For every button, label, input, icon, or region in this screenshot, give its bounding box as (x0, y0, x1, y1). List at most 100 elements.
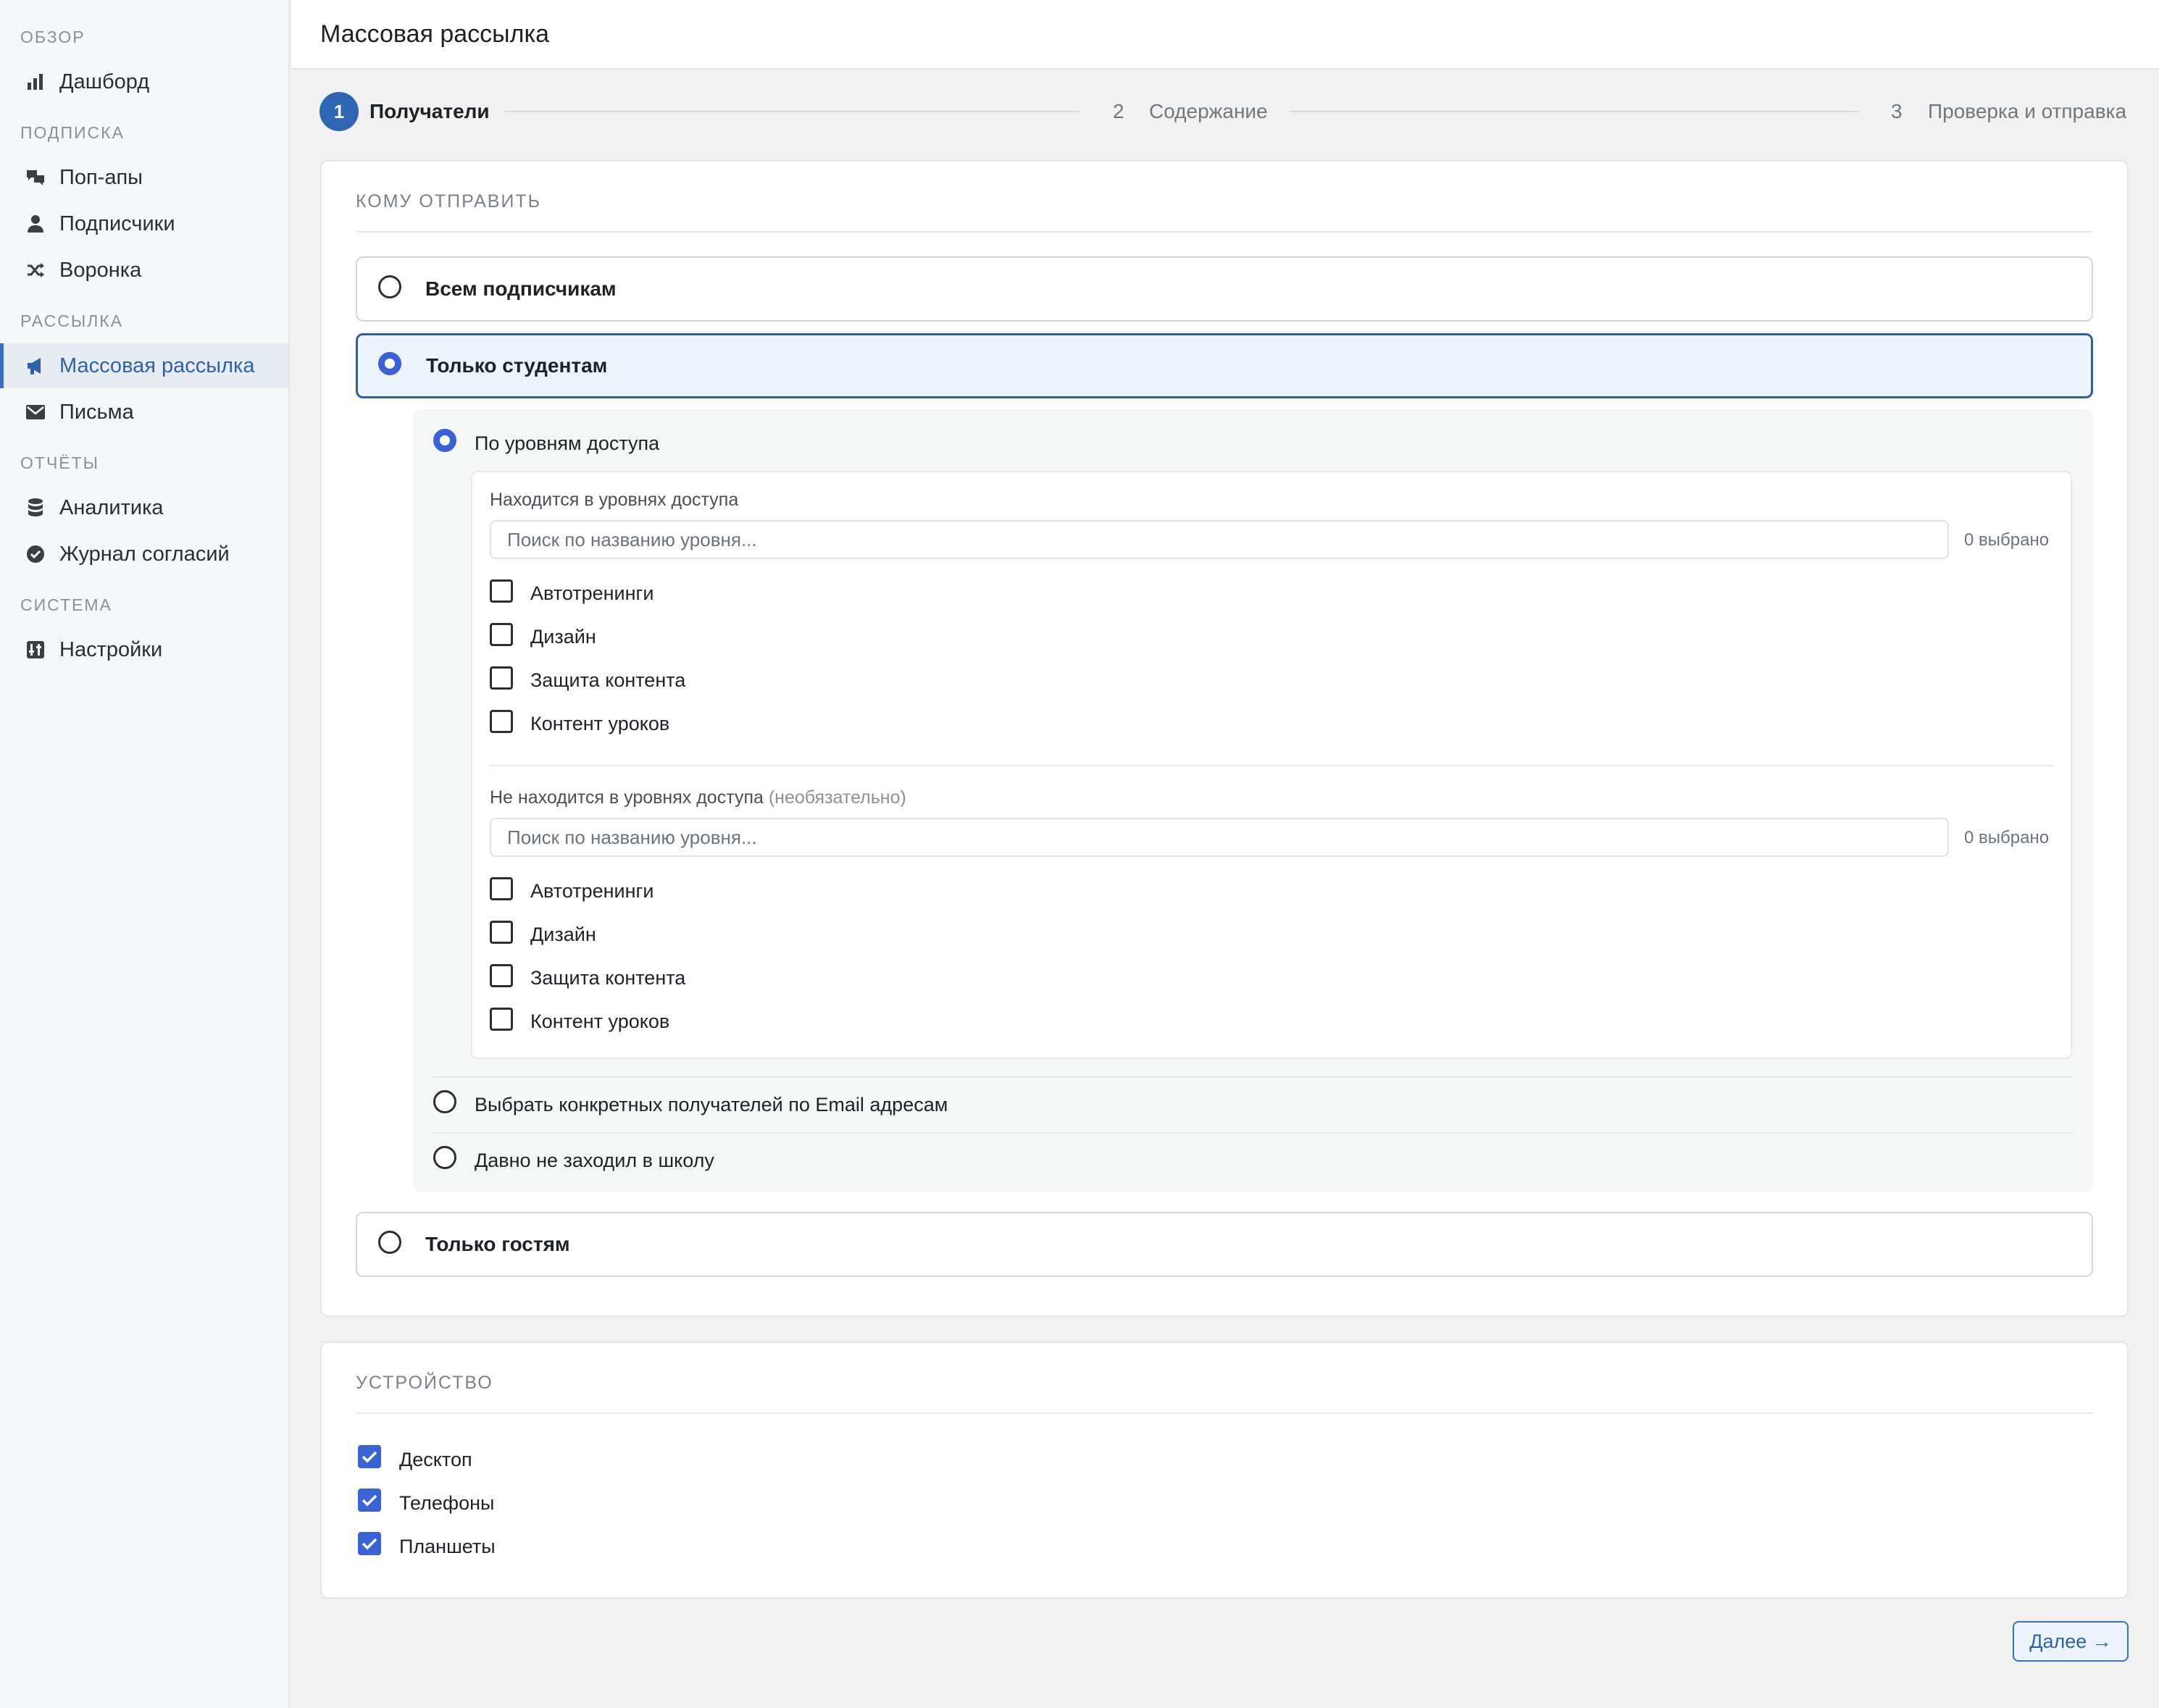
device-phones-checkbox[interactable] (358, 1489, 381, 1512)
device-section-title: УСТРОЙСТВО (356, 1373, 493, 1393)
sidebar-item-dashboard[interactable]: Дашборд (0, 59, 288, 104)
exclude-level-checkbox[interactable] (490, 877, 513, 900)
device-phones-label: Телефоны (399, 1492, 495, 1514)
next-button[interactable]: Далее → (2013, 1621, 2129, 1662)
step-2-number[interactable]: 2 (1113, 100, 1124, 123)
exclude-level-search-input[interactable] (490, 818, 1949, 857)
megaphone-icon (25, 355, 46, 377)
sidebar-item-label: Письма (59, 400, 134, 424)
user-icon (25, 213, 46, 235)
check-circle-icon (25, 543, 46, 565)
step-connector (504, 111, 1080, 112)
sidebar-item-funnel[interactable]: Воронка (0, 248, 288, 293)
sidebar-item-label: Настройки (59, 637, 163, 661)
radio-guests-only[interactable] (378, 1231, 401, 1254)
shuffle-icon (25, 259, 46, 281)
option-all-subscribers[interactable]: Всем подписчикам (356, 256, 2093, 322)
sidebar-section-overview: ОБЗОР (20, 28, 85, 46)
sidebar-section-system: СИСТЕМА (20, 595, 112, 614)
exclude-level-label: Дизайн (530, 924, 596, 945)
exclude-level-label: Автотренинги (530, 880, 654, 902)
sidebar-item-label: Воронка (59, 258, 142, 282)
include-level-checkbox[interactable] (490, 579, 513, 603)
sidebar-item-label: Подписчики (59, 212, 175, 235)
sidebar-item-label: Дашборд (59, 70, 150, 93)
include-level-label: Контент уроков (530, 713, 670, 734)
sidebar-item-settings[interactable]: Настройки (0, 627, 288, 672)
checkmark-icon (362, 1451, 377, 1463)
exclude-level-checkbox[interactable] (490, 964, 513, 987)
checkmark-icon (362, 1538, 377, 1550)
include-level-checkbox[interactable] (490, 623, 513, 646)
settings-icon (25, 639, 46, 661)
device-desktop-label: Десктоп (399, 1449, 472, 1470)
step-1-label[interactable]: Получатели (369, 100, 490, 123)
sidebar-item-label: Массовая рассылка (59, 353, 255, 377)
step-3-label[interactable]: Проверка и отправка (1928, 100, 2126, 123)
include-level-search-input[interactable] (490, 520, 1949, 559)
radio-all-subscribers[interactable] (378, 275, 401, 298)
option-label: Только гостям (425, 1233, 570, 1255)
sidebar-item-label: Журнал согласий (59, 542, 230, 566)
exclude-levels-label: Не находится в уровнях доступа (необязат… (490, 787, 906, 808)
sidebar-item-mass-mailing[interactable]: Массовая рассылка (0, 343, 288, 388)
step-1-circle[interactable]: 1 (320, 92, 359, 131)
step-3-number[interactable]: 3 (1891, 100, 1903, 123)
include-levels-label: Находится в уровнях доступа (490, 490, 739, 510)
bar-chart-icon (25, 71, 46, 93)
device-tablets-checkbox[interactable] (358, 1532, 381, 1555)
divider (433, 1076, 2072, 1078)
radio-by-email[interactable] (433, 1090, 456, 1113)
include-selected-count: 0 выбрано (1964, 530, 2050, 550)
step-connector (1290, 111, 1859, 112)
by-email-label[interactable]: Выбрать конкретных получателей по Email … (475, 1094, 948, 1116)
page-header: Массовая рассылка (291, 0, 2159, 70)
by-access-level-label[interactable]: По уровням доступа (475, 432, 659, 455)
exclude-level-label: Контент уроков (530, 1010, 670, 1032)
recipients-section-title: КОМУ ОТПРАВИТЬ (356, 191, 542, 212)
device-tablets-label: Планшеты (399, 1536, 496, 1557)
optional-hint: (необязательно) (768, 787, 906, 808)
sidebar-section-mailing: РАССЫЛКА (20, 311, 124, 330)
sidebar-item-consent-log[interactable]: Журнал согласий (0, 532, 288, 577)
exclude-level-checkbox[interactable] (490, 921, 513, 944)
device-card (320, 1341, 2129, 1599)
exclude-level-checkbox[interactable] (490, 1008, 513, 1031)
sidebar: ОБЗОР Дашборд ПОДПИСКА Поп-апы Подписчик… (0, 0, 290, 1708)
inactive-students-label[interactable]: Давно не заходил в школу (475, 1150, 714, 1172)
sidebar-item-popups[interactable]: Поп-апы (0, 155, 288, 200)
include-level-checkbox[interactable] (490, 666, 513, 690)
sidebar-section-subscription: ПОДПИСКА (20, 123, 125, 142)
divider (356, 231, 2093, 233)
sidebar-section-reports: ОТЧЁТЫ (20, 453, 100, 472)
option-guests-only[interactable]: Только гостям (356, 1212, 2093, 1277)
sidebar-item-subscribers[interactable]: Подписчики (0, 201, 288, 246)
device-desktop-checkbox[interactable] (358, 1445, 381, 1468)
sidebar-item-letters[interactable]: Письма (0, 390, 288, 435)
database-icon (25, 497, 46, 519)
sidebar-item-analytics[interactable]: Аналитика (0, 485, 288, 530)
exclude-levels-label-text: Не находится в уровнях доступа (490, 787, 764, 808)
checkmark-icon (362, 1494, 377, 1507)
radio-inactive-students[interactable] (433, 1146, 456, 1169)
option-label: Всем подписчикам (425, 277, 617, 300)
chat-bubbles-icon (25, 167, 46, 188)
radio-by-access-level[interactable] (433, 429, 456, 452)
sidebar-item-label: Поп-апы (59, 165, 143, 189)
divider (356, 1412, 2093, 1414)
include-level-label: Автотренинги (530, 582, 654, 604)
exclude-selected-count: 0 выбрано (1964, 828, 2050, 847)
page-title: Массовая рассылка (320, 20, 549, 48)
include-level-label: Защита контента (530, 669, 686, 691)
envelope-icon (25, 401, 46, 423)
step-2-label[interactable]: Содержание (1149, 100, 1268, 123)
radio-students-only[interactable] (378, 352, 401, 375)
option-label: Только студентам (426, 354, 608, 377)
option-students-only[interactable]: Только студентам (356, 333, 2093, 398)
include-level-label: Дизайн (530, 626, 596, 648)
exclude-level-label: Защита контента (530, 967, 686, 989)
divider (490, 765, 2053, 766)
divider (433, 1132, 2072, 1134)
sidebar-item-label: Аналитика (59, 495, 164, 519)
include-level-checkbox[interactable] (490, 710, 513, 733)
